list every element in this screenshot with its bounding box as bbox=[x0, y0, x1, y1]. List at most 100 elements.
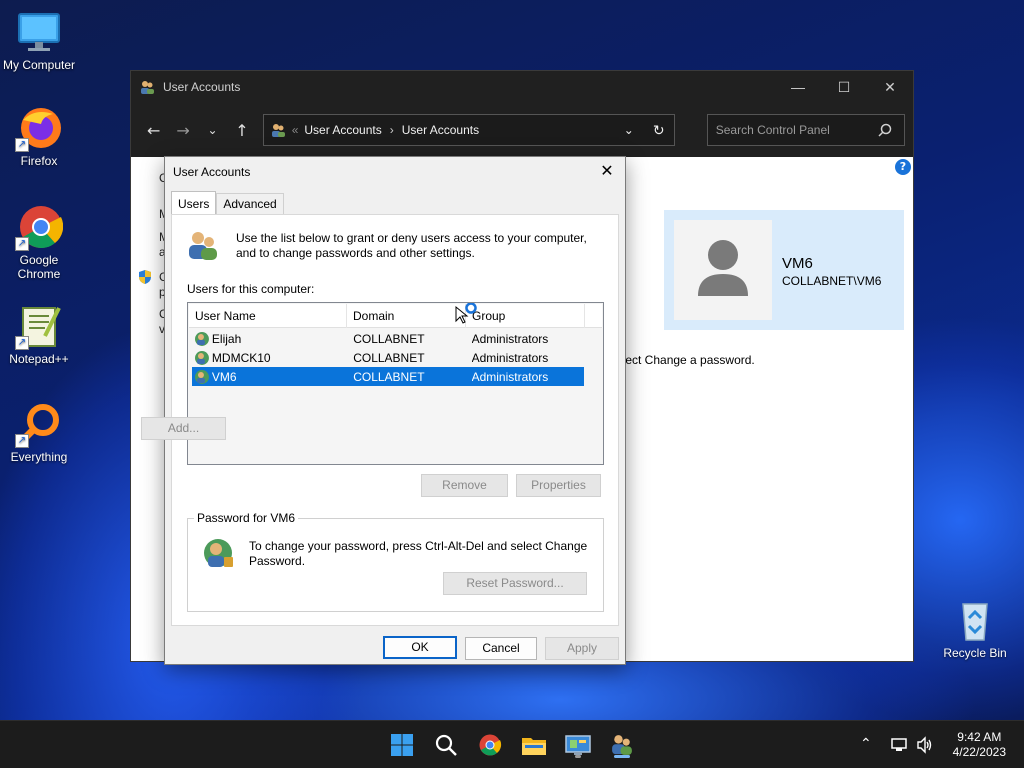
back-button[interactable]: ← bbox=[139, 115, 168, 145]
cell-group: Administrators bbox=[471, 369, 549, 384]
dialog-close-button[interactable]: ✕ bbox=[595, 161, 619, 183]
desktop-icon-google-chrome[interactable]: ↗ Google Chrome bbox=[0, 203, 78, 281]
search-icon[interactable] bbox=[878, 123, 892, 137]
tab-strip: Users Advanced bbox=[171, 191, 284, 215]
desktop-icon-label: Everything bbox=[10, 450, 68, 464]
password-group-legend: Password for VM6 bbox=[194, 511, 299, 525]
desktop-icon-label: Recycle Bin bbox=[943, 646, 1007, 660]
taskbar-search-button[interactable] bbox=[430, 729, 462, 761]
remove-user-button[interactable]: Remove bbox=[421, 474, 508, 497]
cell-user-name: MDMCK10 bbox=[211, 350, 271, 365]
user-accounts-icon bbox=[612, 735, 632, 755]
user-accounts-icon bbox=[271, 124, 285, 137]
domain-user-icon bbox=[194, 331, 209, 346]
taskbar-file-explorer-button[interactable] bbox=[518, 729, 550, 761]
breadcrumb-item[interactable]: User Accounts bbox=[304, 123, 381, 137]
table-row-selected[interactable]: VM6 COLLABNET Administrators bbox=[192, 367, 584, 386]
users-group-icon bbox=[189, 232, 217, 260]
start-button[interactable] bbox=[386, 729, 418, 761]
desktop-icon-label: My Computer bbox=[2, 58, 76, 72]
taskbar-control-panel-button[interactable] bbox=[562, 729, 594, 761]
ok-button[interactable]: OK bbox=[383, 636, 457, 659]
column-header-user-name[interactable]: User Name bbox=[189, 304, 347, 328]
search-icon bbox=[435, 734, 457, 756]
notepad-plus-plus-icon: ↗ bbox=[15, 302, 63, 350]
table-row[interactable]: Elijah COLLABNET Administrators bbox=[192, 329, 584, 348]
users-list[interactable]: User Name Domain Group Elijah COLLABNET … bbox=[187, 302, 604, 465]
address-dropdown-icon[interactable]: ⌄ bbox=[614, 123, 644, 137]
user-name: VM6 bbox=[782, 255, 813, 272]
desktop-icon-notepad-plus-plus[interactable]: ↗ Notepad++ bbox=[0, 302, 78, 366]
recent-locations-button[interactable]: ⌄ bbox=[198, 115, 227, 145]
clock-time: 9:42 AM bbox=[957, 730, 1002, 744]
cell-domain: COLLABNET bbox=[353, 350, 425, 365]
user-accounts-dialog: User Accounts ✕ Users Advanced Use the l… bbox=[141, 156, 626, 665]
user-domain: COLLABNET\VM6 bbox=[782, 274, 882, 288]
add-user-button[interactable]: Add... bbox=[141, 417, 226, 440]
firefox-icon: ↗ bbox=[15, 104, 63, 152]
apply-button[interactable]: Apply bbox=[545, 637, 619, 660]
domain-user-icon bbox=[194, 350, 209, 365]
password-instructions: To change your password, press Ctrl-Alt-… bbox=[249, 539, 588, 568]
shortcut-arrow-icon: ↗ bbox=[15, 434, 29, 448]
minimize-button[interactable]: — bbox=[775, 71, 821, 103]
control-panel-titlebar: User Accounts — ☐ ✕ bbox=[131, 71, 913, 103]
cancel-button[interactable]: Cancel bbox=[465, 637, 537, 660]
search-placeholder: Search Control Panel bbox=[715, 123, 830, 137]
show-hidden-icons-chevron-icon[interactable]: ⌃ bbox=[860, 735, 872, 752]
clock[interactable]: 9:42 AM 4/22/2023 bbox=[953, 730, 1006, 760]
address-bar: ← → ⌄ ↑ « User Accounts › User Accounts … bbox=[131, 103, 913, 157]
forward-button[interactable]: → bbox=[168, 115, 197, 145]
column-header-filler bbox=[585, 304, 602, 328]
taskbar-chrome-button[interactable] bbox=[474, 729, 506, 761]
breadcrumb-item[interactable]: User Accounts bbox=[402, 123, 479, 137]
chrome-icon bbox=[479, 734, 502, 756]
help-icon[interactable]: ? bbox=[895, 159, 911, 175]
running-indicator bbox=[575, 755, 581, 758]
user-properties-button[interactable]: Properties bbox=[516, 474, 601, 497]
breadcrumb-chevron-icon[interactable]: › bbox=[390, 123, 394, 137]
users-list-label: Users for this computer: bbox=[187, 282, 315, 296]
windows-logo-icon bbox=[391, 734, 413, 756]
change-password-hint: elect Change a password. bbox=[616, 353, 755, 367]
address-box[interactable]: « User Accounts › User Accounts ⌄ ↻ bbox=[262, 114, 675, 146]
maximize-button[interactable]: ☐ bbox=[821, 71, 867, 103]
refresh-icon[interactable]: ↻ bbox=[644, 122, 674, 139]
intro-text: Use the list below to grant or deny user… bbox=[236, 231, 587, 260]
reset-password-button[interactable]: Reset Password... bbox=[443, 572, 587, 595]
shortcut-arrow-icon: ↗ bbox=[15, 336, 29, 350]
desktop-icon-my-computer[interactable]: My Computer bbox=[0, 8, 78, 72]
avatar bbox=[674, 220, 772, 320]
tab-advanced[interactable]: Advanced bbox=[216, 193, 284, 214]
column-header-domain[interactable]: Domain bbox=[347, 304, 466, 328]
tab-users[interactable]: Users bbox=[171, 191, 217, 214]
shortcut-arrow-icon: ↗ bbox=[15, 237, 29, 251]
close-button[interactable]: ✕ bbox=[867, 71, 913, 103]
control-panel-icon bbox=[565, 735, 591, 755]
busy-cursor-icon bbox=[455, 303, 477, 324]
window-title: User Accounts bbox=[163, 80, 241, 94]
password-group: Password for VM6 To change your password… bbox=[187, 511, 604, 612]
search-input[interactable]: Search Control Panel bbox=[706, 114, 905, 146]
user-password-icon bbox=[204, 539, 233, 567]
chrome-icon: ↗ bbox=[15, 203, 64, 251]
up-button[interactable]: ↑ bbox=[227, 115, 256, 145]
column-header-group[interactable]: Group bbox=[466, 304, 585, 328]
volume-icon[interactable] bbox=[916, 736, 934, 754]
user-accounts-icon bbox=[141, 81, 154, 94]
clock-date: 4/22/2023 bbox=[952, 745, 1006, 759]
cell-user-name: Elijah bbox=[211, 331, 242, 346]
desktop-icon-recycle-bin[interactable]: Recycle Bin bbox=[936, 596, 1014, 660]
desktop-icon-everything[interactable]: ↗ Everything bbox=[0, 400, 78, 464]
table-row[interactable]: MDMCK10 COLLABNET Administrators bbox=[192, 348, 584, 367]
user-avatar-icon bbox=[698, 240, 748, 296]
desktop-icon-firefox[interactable]: ↗ Firefox bbox=[0, 104, 78, 168]
cell-group: Administrators bbox=[471, 350, 549, 365]
cell-domain: COLLABNET bbox=[353, 331, 425, 346]
network-icon[interactable] bbox=[890, 736, 908, 754]
overflow-chevron-icon[interactable]: « bbox=[292, 123, 299, 137]
taskbar-user-accounts-button[interactable] bbox=[606, 729, 638, 761]
folder-icon bbox=[522, 738, 546, 755]
uac-shield-icon bbox=[139, 270, 151, 284]
desktop-icon-label: Google Chrome bbox=[17, 253, 61, 281]
